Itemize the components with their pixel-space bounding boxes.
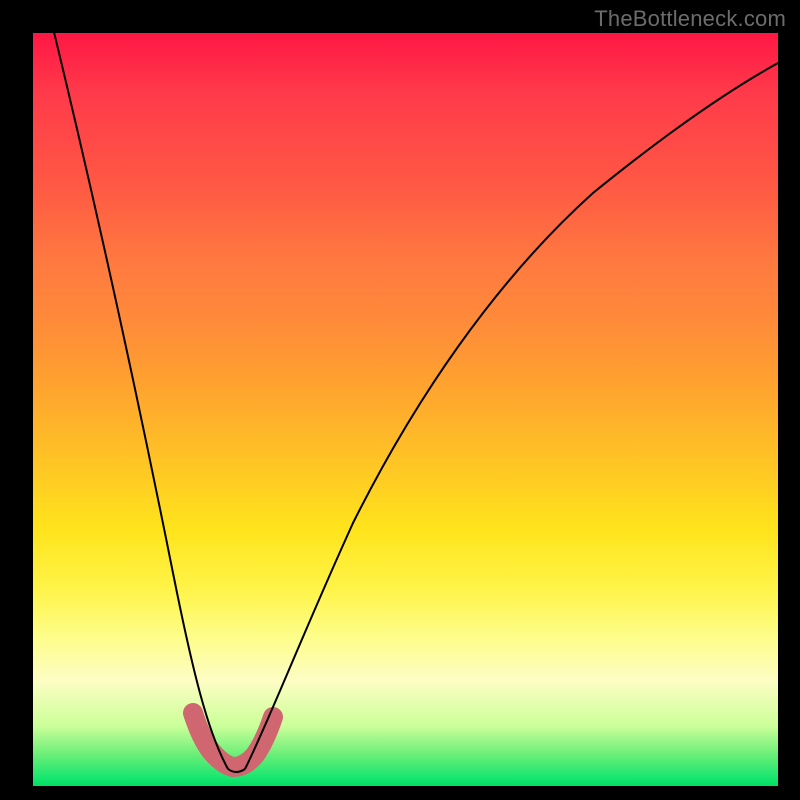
chart-frame: TheBottleneck.com <box>0 0 800 800</box>
curve-line <box>53 33 778 772</box>
curve-minimum-highlight <box>193 713 273 767</box>
watermark-text: TheBottleneck.com <box>594 6 786 32</box>
bottleneck-curve <box>33 33 778 786</box>
plot-area <box>33 33 778 786</box>
